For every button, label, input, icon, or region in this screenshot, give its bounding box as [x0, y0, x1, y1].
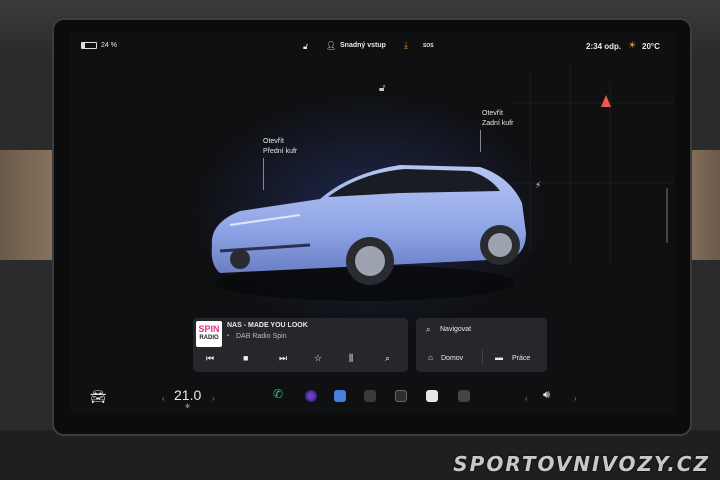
status-bar: 24 % 🔓︎ 👤︎ Snadný vstup ⤓ SOS 2:34 odp. … [70, 33, 675, 59]
rear-trunk-label-line2: Zadní kufr [482, 120, 514, 127]
station-logo: SPIN RADIO [196, 321, 222, 347]
watermark: SPORTOVNIVOZY.CZ [453, 452, 710, 476]
rear-trunk-label-line1: Otevřít [482, 110, 504, 117]
temp-up-chevron-icon[interactable]: › [212, 394, 215, 403]
previous-icon[interactable]: ⏮︎ [206, 353, 214, 364]
more-apps-icon[interactable] [395, 390, 407, 402]
phone-icon[interactable]: ✆ [273, 387, 283, 401]
fan-icon: ✻ [185, 404, 191, 410]
work-button[interactable]: Práce [512, 355, 530, 362]
defrost-icon[interactable] [364, 390, 376, 402]
charge-port-icon[interactable]: ⚡︎ [535, 180, 541, 191]
dashcam-icon[interactable] [458, 390, 470, 402]
briefcase-icon[interactable]: ▬ [495, 353, 503, 362]
station-name: DAB Radio Spin [236, 333, 287, 340]
cabin-temperature[interactable]: 21.0 [174, 387, 201, 403]
search-icon[interactable]: ⌕ [426, 325, 430, 335]
clock: 2:34 odp. [586, 42, 622, 51]
download-icon[interactable]: ⤓ [404, 40, 408, 51]
volume-up-chevron-icon[interactable]: › [574, 394, 577, 403]
scrollbar[interactable] [666, 188, 668, 243]
calendar-icon[interactable] [334, 390, 346, 402]
door-lock-icon[interactable]: 🔓︎ [379, 83, 385, 94]
navigation-arrow-icon [601, 95, 611, 107]
media-search-icon[interactable]: ⌕ [385, 353, 390, 364]
station-logo-line2: RADIO [199, 335, 219, 341]
radio-icon: ▪ [227, 333, 230, 339]
outside-temperature: 20°C [642, 42, 660, 51]
volume-down-chevron-icon[interactable]: ‹ [525, 394, 528, 403]
favorite-icon[interactable]: ☆ [314, 353, 322, 364]
camera-app-icon[interactable] [305, 390, 317, 402]
next-icon[interactable]: ⏭︎ [279, 353, 287, 364]
navigate-input[interactable]: Navigovat [440, 326, 471, 333]
rear-trunk-button[interactable]: Otevřít Zadní kufr [482, 109, 514, 129]
navigation-card: ⌕ Navigovat ⌂ Domov ▬ Práce [416, 318, 547, 372]
divider [482, 350, 483, 364]
car-icon[interactable]: 🚘︎ [90, 389, 107, 405]
home-icon[interactable]: ⌂ [428, 353, 433, 362]
stop-icon[interactable]: ■ [243, 353, 248, 363]
touchscreen: 24 % 🔓︎ 👤︎ Snadný vstup ⤓ SOS 2:34 odp. … [70, 33, 675, 413]
media-player[interactable]: SPIN RADIO NAS - MADE YOU LOOK ▪ DAB Rad… [193, 318, 408, 372]
toybox-icon[interactable] [426, 390, 438, 402]
station-logo-line1: SPIN [198, 324, 220, 334]
wood-trim-left [0, 150, 60, 260]
map-background [510, 63, 675, 263]
driver-profile[interactable]: Snadný vstup [340, 42, 386, 49]
volume-icon[interactable]: 🔊︎ [543, 389, 550, 402]
user-icon[interactable]: 👤︎ [326, 41, 336, 50]
sun-icon: ☀ [628, 40, 637, 50]
battery-fill [82, 43, 86, 48]
sos-icon[interactable]: SOS [423, 43, 434, 49]
battery-percent: 24 % [101, 42, 117, 49]
equalizer-icon[interactable]: ⫼ [349, 353, 353, 364]
temp-down-chevron-icon[interactable]: ‹ [162, 394, 165, 403]
lock-icon[interactable]: 🔓︎ [303, 42, 308, 52]
dock: 🚘︎ ‹ 21.0 ✻ › ✆ ‹ 🔊︎ › [70, 378, 675, 413]
home-button[interactable]: Domov [441, 355, 463, 362]
car-model[interactable] [200, 133, 530, 333]
track-title: NAS - MADE YOU LOOK [227, 322, 308, 329]
battery-icon [81, 42, 97, 49]
